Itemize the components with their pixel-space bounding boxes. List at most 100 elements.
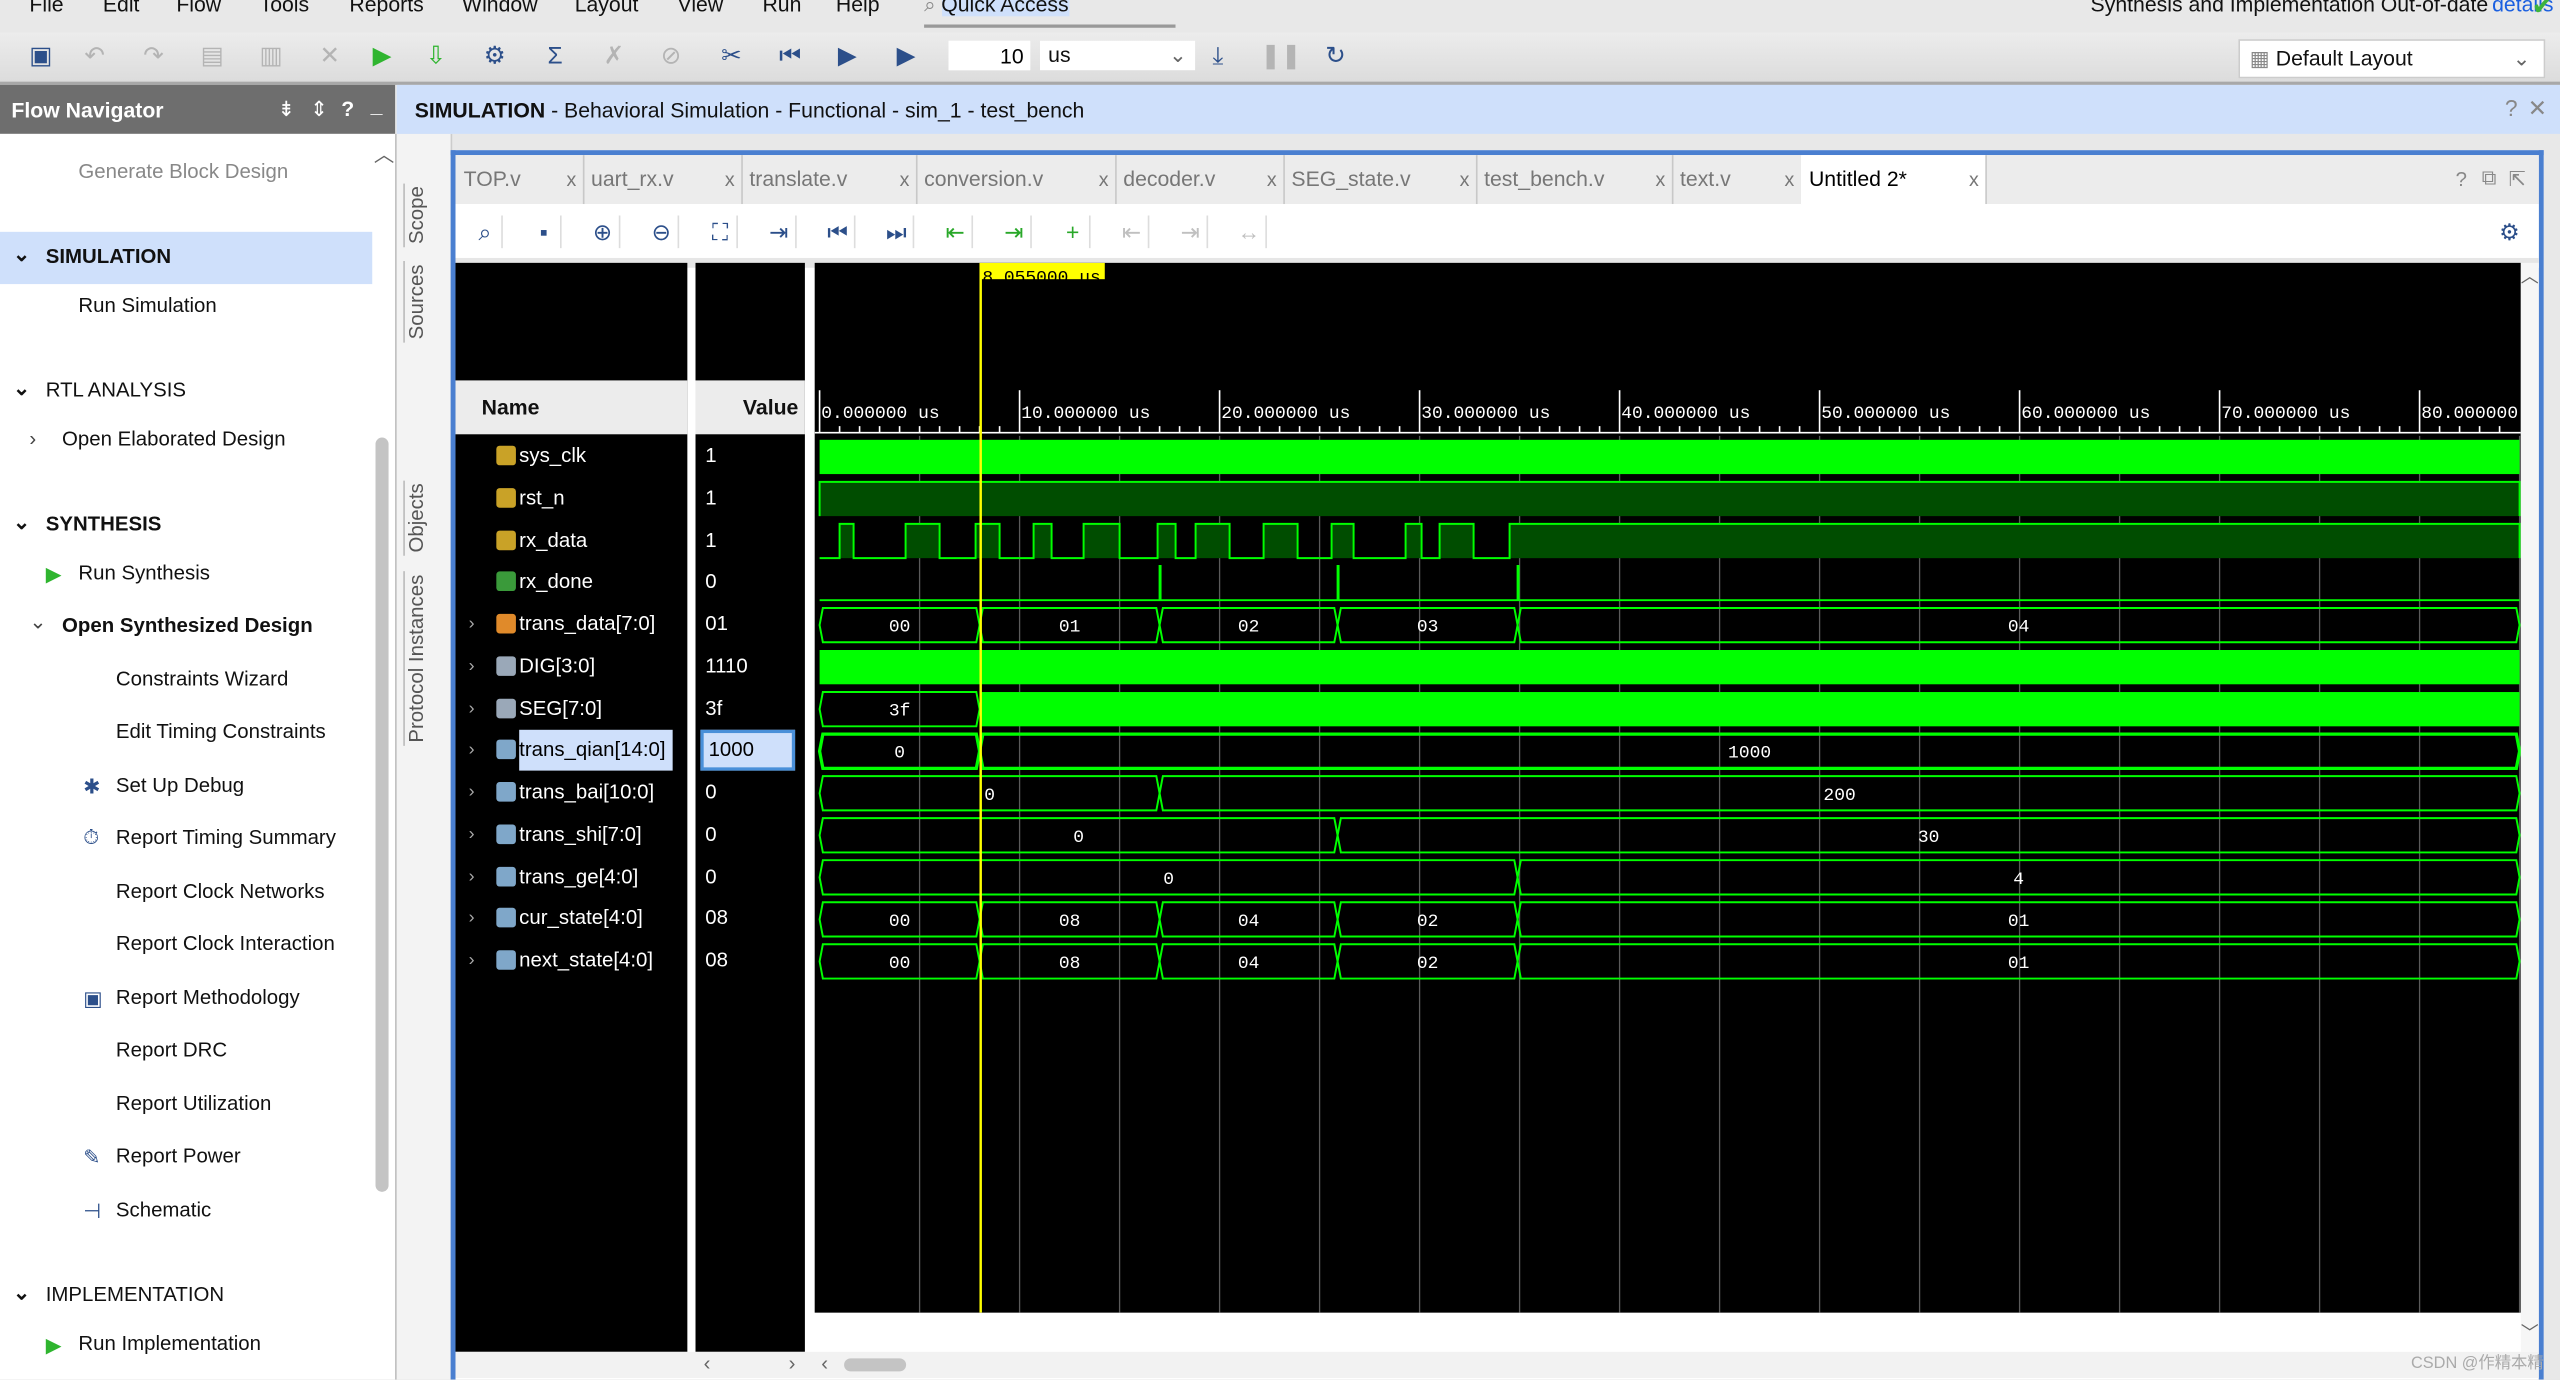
close-tab-icon[interactable]: x bbox=[1969, 155, 1979, 204]
scroll-up-icon[interactable]: ︿ bbox=[374, 137, 394, 168]
signal-row[interactable]: rx_done bbox=[456, 562, 688, 603]
sidebar-scrollbar[interactable] bbox=[375, 437, 389, 1192]
swap-cursors-icon[interactable]: ↔ bbox=[1233, 215, 1267, 249]
bitstream-icon[interactable]: ⇩ bbox=[420, 41, 453, 74]
undo-icon[interactable]: ↶ bbox=[78, 41, 111, 74]
menu-layout[interactable]: Layout bbox=[575, 0, 639, 16]
nav-item-report-clock-networks[interactable]: Report Clock Networks bbox=[116, 880, 325, 903]
step-icon[interactable]: ⤓ bbox=[1202, 41, 1235, 74]
chevron-down-icon[interactable]: ⌄ bbox=[13, 509, 30, 534]
value-column-header[interactable]: Value bbox=[695, 380, 805, 435]
side-tab-scope[interactable]: Scope bbox=[403, 182, 428, 248]
signal-row[interactable]: › trans_bai[10:0] bbox=[456, 772, 688, 813]
menu-edit[interactable]: Edit bbox=[103, 0, 140, 16]
nav-item-set-up-debug[interactable]: Set Up Debug ✱ bbox=[83, 774, 244, 798]
redo-icon[interactable]: ↷ bbox=[137, 41, 170, 74]
tab-untitled-2-[interactable]: Untitled 2* x bbox=[1800, 155, 1987, 205]
signal-row[interactable]: › trans_ge[4:0] bbox=[456, 856, 688, 897]
close-tab-icon[interactable]: x bbox=[1099, 155, 1109, 204]
run-for-icon[interactable]: ▶ bbox=[890, 41, 923, 74]
menu-run[interactable]: Run bbox=[762, 0, 801, 16]
scroll-right-icon[interactable]: › bbox=[789, 1352, 796, 1375]
tab-top-v[interactable]: TOP.v x bbox=[456, 155, 585, 205]
nav-item-report-utilization[interactable]: Report Utilization bbox=[116, 1092, 271, 1115]
signal-row[interactable]: › trans_shi[7:0] bbox=[456, 814, 688, 855]
nav-item-simulation[interactable]: SIMULATION ⌄ bbox=[13, 243, 171, 267]
expand-chevron-icon[interactable]: › bbox=[469, 688, 475, 729]
horizontal-scrollbar[interactable]: ‹ › ‹ bbox=[455, 1351, 2539, 1378]
pause-icon[interactable]: ❚❚ bbox=[1260, 41, 1301, 74]
minimize-icon[interactable]: _ bbox=[371, 93, 383, 117]
tab-uart-rx-v[interactable]: uart_rx.v x bbox=[583, 155, 743, 205]
tab-conversion-v[interactable]: conversion.v x bbox=[916, 155, 1117, 205]
signal-row[interactable]: › next_state[4:0] bbox=[456, 940, 688, 981]
expand-chevron-icon[interactable]: › bbox=[469, 814, 475, 855]
next-transition-icon[interactable]: ⇥ bbox=[998, 215, 1032, 249]
expand-chevron-icon[interactable]: › bbox=[469, 856, 475, 897]
run-unit-select[interactable]: us ⌄ bbox=[1039, 40, 1196, 71]
tab-decoder-v[interactable]: decoder.v x bbox=[1115, 155, 1285, 205]
close-tab-icon[interactable]: x bbox=[1267, 155, 1277, 204]
tab-seg-state-v[interactable]: SEG_state.v x bbox=[1283, 155, 1478, 205]
expand-chevron-icon[interactable]: › bbox=[469, 940, 475, 981]
quick-access-search[interactable]: ⌕ Quick Access bbox=[924, 0, 1176, 28]
chevron-down-icon[interactable]: ⌄ bbox=[13, 1280, 30, 1305]
signal-row[interactable]: sys_clk bbox=[456, 436, 688, 477]
chevron-right-icon[interactable]: › bbox=[29, 428, 36, 451]
menu-window[interactable]: Window bbox=[462, 0, 538, 16]
close-tab-icon[interactable]: x bbox=[567, 155, 577, 204]
nav-item-implementation[interactable]: IMPLEMENTATION ⌄ bbox=[13, 1282, 224, 1306]
nav-item-report-methodology[interactable]: Report Methodology ▣ bbox=[83, 986, 299, 1010]
vertical-scrollbar[interactable]: ︿ ﹀ bbox=[2520, 262, 2539, 1352]
help-icon[interactable]: ? bbox=[2456, 168, 2467, 191]
side-tab-objects[interactable]: Objects bbox=[403, 479, 428, 556]
chevron-down-icon[interactable]: ⌄ bbox=[29, 609, 46, 634]
break-icon[interactable]: ✂ bbox=[715, 41, 748, 74]
zoom-fit-icon[interactable]: ⛶ bbox=[704, 215, 738, 249]
nav-item-run-simulation[interactable]: Run Simulation bbox=[78, 294, 216, 317]
go-to-cursor-icon[interactable]: ⇥ bbox=[762, 215, 797, 249]
link-icon[interactable]: ⊘ bbox=[655, 41, 688, 74]
nav-item-constraints-wizard[interactable]: Constraints Wizard bbox=[116, 668, 288, 691]
signal-row[interactable]: rst_n bbox=[456, 478, 688, 519]
name-column-header[interactable]: Name bbox=[455, 380, 688, 435]
expand-chevron-icon[interactable]: › bbox=[469, 772, 475, 813]
settings-icon[interactable]: ⚙ bbox=[478, 41, 511, 74]
side-tab-protocol-instances[interactable]: Protocol Instances bbox=[403, 571, 428, 746]
copy-icon[interactable]: ▤ bbox=[196, 41, 229, 74]
signal-row[interactable]: › SEG[7:0] bbox=[456, 688, 688, 729]
close-tab-icon[interactable]: x bbox=[1460, 155, 1470, 204]
help-icon[interactable]: ? bbox=[341, 96, 354, 120]
layout-select[interactable]: ▦ Default Layout ⌄ bbox=[2238, 39, 2546, 79]
chevron-down-icon[interactable]: ⌄ bbox=[13, 376, 30, 400]
nav-item-run-implementation[interactable]: Run Implementation ▶ bbox=[46, 1332, 261, 1356]
close-icon[interactable]: ✕ bbox=[2528, 95, 2547, 123]
clear-icon[interactable]: ✗ bbox=[598, 41, 631, 74]
menu-help[interactable]: Help bbox=[836, 0, 880, 16]
run-icon[interactable]: ▶ bbox=[366, 41, 399, 74]
menu-tools[interactable]: Tools bbox=[260, 0, 310, 16]
close-tab-icon[interactable]: x bbox=[900, 155, 910, 204]
chevron-down-icon[interactable]: ⌄ bbox=[13, 242, 30, 266]
close-tab-icon[interactable]: x bbox=[725, 155, 735, 204]
paste-icon[interactable]: ▥ bbox=[255, 41, 288, 74]
expand-chevron-icon[interactable]: › bbox=[469, 898, 475, 939]
expand-chevron-icon[interactable]: › bbox=[469, 646, 475, 687]
settings-icon[interactable]: ⚙ bbox=[2493, 216, 2526, 249]
nav-item-open-elaborated-design[interactable]: Open Elaborated Design › bbox=[29, 428, 285, 451]
nav-item-report-drc[interactable]: Report DRC bbox=[116, 1038, 227, 1061]
tab-test-bench-v[interactable]: test_bench.v x bbox=[1476, 155, 1674, 205]
signal-row[interactable]: rx_data bbox=[456, 520, 688, 561]
add-marker-icon[interactable]: + bbox=[1056, 215, 1091, 249]
close-tab-icon[interactable]: x bbox=[1656, 155, 1666, 204]
sigma-icon[interactable]: Σ bbox=[539, 41, 572, 74]
nav-item-report-timing-summary[interactable]: Report Timing Summary ⏱ bbox=[83, 826, 336, 849]
scroll-left-icon[interactable]: ‹ bbox=[821, 1352, 828, 1375]
nav-item-schematic[interactable]: Schematic ⊣ bbox=[83, 1198, 211, 1222]
waveform-canvas[interactable]: 0.000000 us 10.000000 us 20.000000 us 30.00… bbox=[814, 262, 2521, 1313]
help-icon[interactable]: ? bbox=[2505, 95, 2518, 121]
zoom-in-icon[interactable]: ⊕ bbox=[586, 215, 621, 249]
expand-chevron-icon[interactable]: › bbox=[469, 730, 475, 771]
side-tab-sources[interactable]: Sources bbox=[403, 261, 428, 343]
menu-file[interactable]: File bbox=[29, 0, 63, 16]
